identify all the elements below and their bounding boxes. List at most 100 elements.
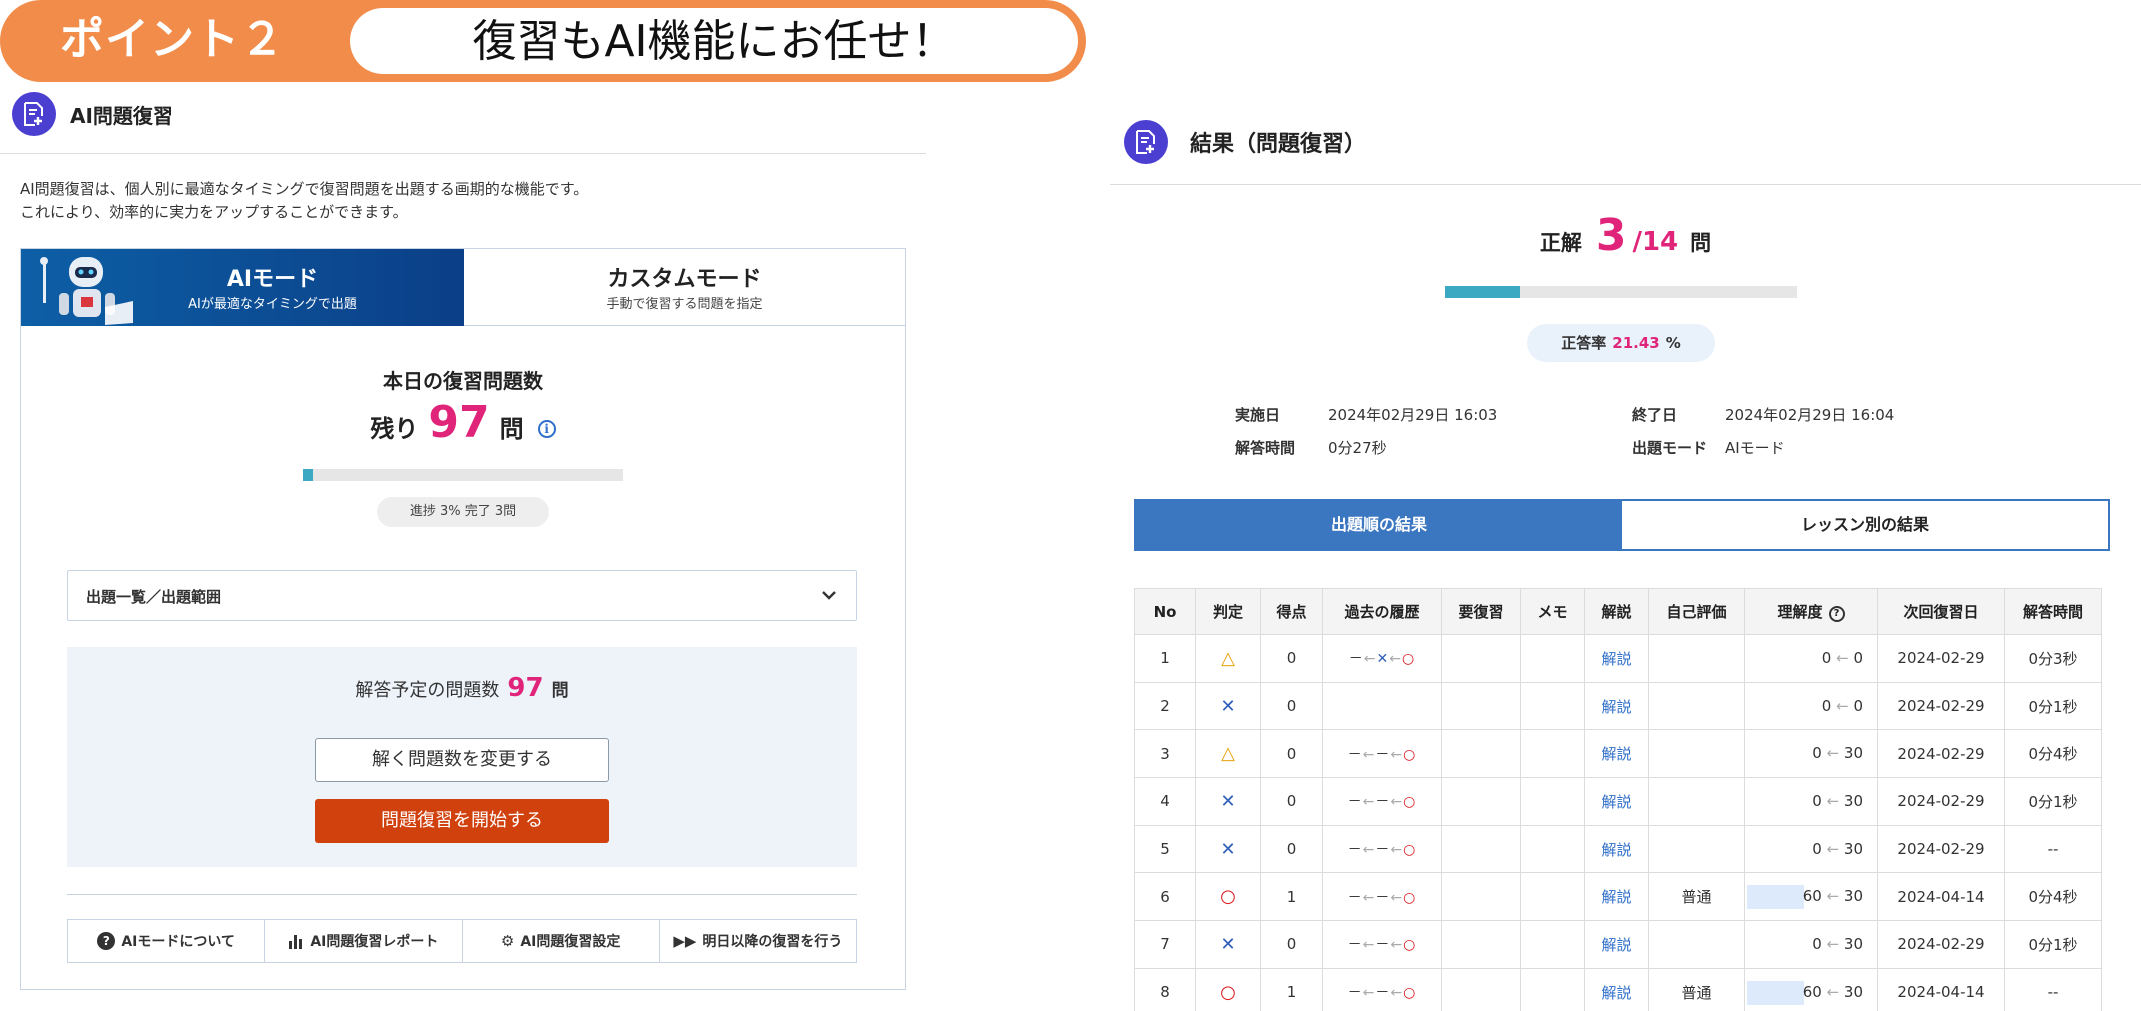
cell-answer-time: 0分1秒	[2004, 777, 2102, 826]
tab-ai-mode[interactable]: AIモード AIが最適なタイミングで出題	[21, 249, 464, 326]
cell-answer-time: 0分4秒	[2004, 872, 2102, 922]
cell-review[interactable]	[1441, 681, 1521, 731]
gear-icon: ⚙	[500, 932, 515, 950]
accuracy-pill: 正答率 21.43%	[1527, 324, 1715, 362]
footer-button-group: ? AIモードについて AI問題復習レポート ⚙ AI問題復習設定 ▶▶ 明日以…	[67, 919, 857, 963]
answer-time-value: 0分27秒	[1328, 439, 1387, 457]
right-section-title: 結果（問題復習）	[1190, 132, 1367, 157]
cell-review[interactable]	[1441, 634, 1521, 683]
ai-review-report-button[interactable]: AI問題復習レポート	[265, 920, 463, 962]
mode-card: AIモード AIが最適なタイミングで出題 カスタムモード 手動で復習する問題を指…	[20, 248, 906, 990]
cell-no: 3	[1134, 729, 1196, 779]
about-ai-mode-label: AIモードについて	[121, 934, 235, 950]
cell-memo[interactable]	[1520, 634, 1585, 683]
left-header-divider	[0, 153, 926, 154]
understanding-bar	[1747, 980, 1804, 1005]
change-count-button[interactable]: 解く問題数を変更する	[315, 738, 609, 782]
cell-kaisetsu[interactable]: 解説	[1584, 777, 1649, 826]
ai-review-settings-button[interactable]: ⚙ AI問題復習設定	[463, 920, 660, 962]
score-label: 正解	[1539, 231, 1582, 255]
cell-kaisetsu[interactable]: 解説	[1584, 729, 1649, 779]
cell-judge: △	[1195, 729, 1261, 779]
cell-review[interactable]	[1441, 967, 1521, 1011]
cell-memo[interactable]	[1520, 777, 1585, 826]
planned-count: 97	[507, 673, 544, 703]
total-count: 14	[1641, 227, 1679, 257]
score-progress-fill	[1445, 286, 1521, 298]
cell-memo[interactable]	[1520, 824, 1585, 874]
understanding-bar	[1747, 885, 1804, 910]
cell-review[interactable]	[1441, 824, 1521, 874]
doc-review-icon	[12, 92, 56, 136]
cell-score: 0	[1260, 681, 1323, 731]
cell-kaisetsu[interactable]: 解説	[1584, 967, 1649, 1011]
col-score: 得点	[1260, 588, 1323, 635]
cell-kaisetsu[interactable]: 解説	[1584, 824, 1649, 874]
table-row: 5 ✕ 0 －←－←○ 解説 0 ← 30 2024-02-29 --	[1134, 824, 2102, 874]
about-ai-mode-button[interactable]: ? AIモードについて	[68, 920, 266, 962]
cell-judge: ✕	[1195, 777, 1261, 826]
tab-custom-mode[interactable]: カスタムモード 手動で復習する問題を指定	[464, 249, 905, 326]
mode-value: AIモード	[1725, 439, 1785, 457]
cell-kaisetsu[interactable]: 解説	[1584, 872, 1649, 922]
table-row: 7 ✕ 0 －←－←○ 解説 0 ← 30 2024-02-29 0分1秒	[1134, 920, 2102, 969]
review-future-button[interactable]: ▶▶ 明日以降の復習を行う	[660, 920, 856, 962]
tab-lesson-result[interactable]: レッスン別の結果	[1622, 501, 2108, 549]
cell-next-date: 2024-02-29	[1877, 777, 2005, 826]
review-progress-bar	[303, 469, 623, 481]
range-dropdown[interactable]: 出題一覧／出題範囲	[67, 570, 857, 621]
tab-order-result[interactable]: 出題順の結果	[1136, 501, 1622, 549]
cell-self-eval	[1648, 777, 1745, 826]
understanding-value: 0 ← 0	[1821, 649, 1863, 667]
cell-memo[interactable]	[1520, 920, 1585, 969]
cell-kaisetsu[interactable]: 解説	[1584, 634, 1649, 683]
cell-self-eval: 普通	[1648, 967, 1745, 1011]
start-review-button[interactable]: 問題復習を開始する	[315, 799, 609, 843]
col-next-date: 次回復習日	[1877, 588, 2005, 635]
cell-score: 1	[1260, 967, 1323, 1011]
cell-kaisetsu[interactable]: 解説	[1584, 920, 1649, 969]
cell-no: 6	[1134, 872, 1196, 922]
cell-no: 1	[1134, 634, 1196, 683]
cell-history: －←－←○	[1322, 872, 1442, 922]
cell-review[interactable]	[1441, 729, 1521, 779]
help-icon[interactable]: ?	[1828, 606, 1845, 622]
cell-memo[interactable]	[1520, 872, 1585, 922]
result-table: No 判定 得点 過去の履歴 要復習 メモ 解説 自己評価 理解度? 次回復習日…	[1134, 588, 2102, 1011]
cell-memo[interactable]	[1520, 729, 1585, 779]
cell-review[interactable]	[1441, 777, 1521, 826]
cell-memo[interactable]	[1520, 967, 1585, 1011]
col-understanding-label: 理解度	[1777, 603, 1823, 621]
history-marks: －←－←○	[1347, 985, 1417, 1002]
cell-self-eval	[1648, 920, 1745, 969]
cell-score: 1	[1260, 872, 1323, 922]
cell-understanding: 60 ← 30	[1744, 872, 1878, 922]
cell-self-eval	[1648, 681, 1745, 731]
cell-review[interactable]	[1441, 920, 1521, 969]
cell-understanding: 0 ← 0	[1744, 634, 1878, 683]
end-date-value: 2024年02月29日 16:04	[1725, 406, 1895, 424]
col-kaisetsu: 解説	[1584, 588, 1649, 635]
cell-answer-time: 0分3秒	[2004, 634, 2102, 683]
cell-memo[interactable]	[1520, 681, 1585, 731]
score-progress-bar	[1445, 286, 1797, 298]
cell-history: －←－←○	[1322, 824, 1442, 874]
ai-review-report-label: AI問題復習レポート	[310, 934, 439, 950]
table-row: 2 ✕ 0 解説 0 ← 0 2024-02-29 0分1秒	[1134, 681, 2102, 731]
remaining-unit: 問	[499, 415, 524, 443]
col-understanding: 理解度?	[1744, 588, 1878, 635]
table-row: 4 ✕ 0 －←－←○ 解説 0 ← 30 2024-02-29 0分1秒	[1134, 777, 2102, 826]
cell-score: 0	[1260, 777, 1323, 826]
cell-judge: ✕	[1195, 681, 1261, 731]
cell-no: 4	[1134, 777, 1196, 826]
cell-review[interactable]	[1441, 872, 1521, 922]
cell-answer-time: 0分1秒	[2004, 681, 2102, 731]
doc-result-icon	[1124, 120, 1168, 164]
info-icon[interactable]: i	[537, 420, 556, 438]
cell-self-eval	[1648, 634, 1745, 683]
tab-custom-mode-label: カスタムモード	[607, 267, 762, 292]
judge-mark-icon: ○	[1220, 981, 1236, 1003]
promo-banner: ポイント２ 復習もAI機能にお任せ！	[0, 0, 1086, 82]
col-no: No	[1134, 588, 1196, 635]
cell-kaisetsu[interactable]: 解説	[1584, 681, 1649, 731]
